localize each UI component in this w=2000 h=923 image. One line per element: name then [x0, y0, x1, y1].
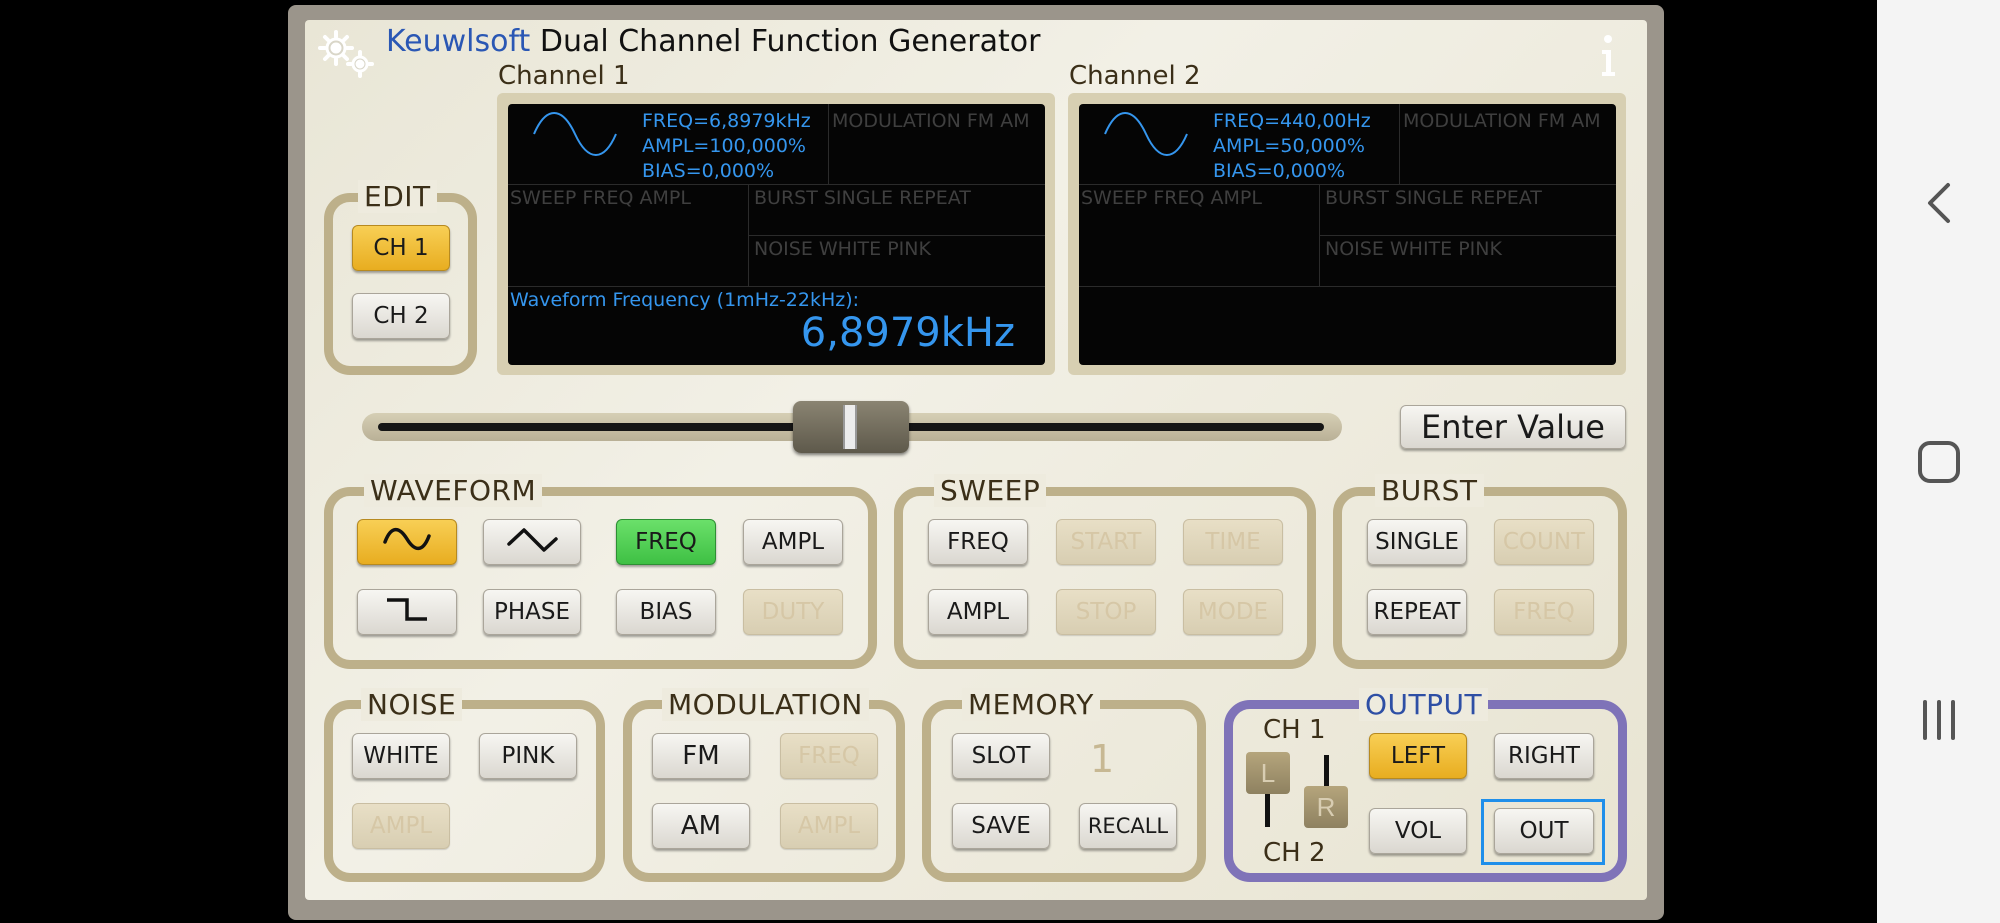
waveform-duty-button[interactable]: DUTY [743, 589, 843, 635]
left-fader[interactable]: L [1246, 752, 1290, 794]
ch1-ampl-readout: AMPL=100,000% [642, 135, 806, 157]
ch1-freq-readout: FREQ=6,8979kHz [642, 110, 811, 132]
back-icon[interactable] [1877, 163, 2000, 243]
lcd-divider [1079, 184, 1616, 185]
brand-name: Keuwlsoft [386, 24, 531, 59]
sweep-start-button[interactable]: START [1056, 519, 1156, 565]
triangle-wave-button[interactable] [483, 519, 581, 565]
burst-repeat-button[interactable]: REPEAT [1367, 589, 1467, 635]
waveform-ampl-button[interactable]: AMPL [743, 519, 843, 565]
square-wave-icon [381, 594, 433, 630]
sweep-time-button[interactable]: TIME [1183, 519, 1283, 565]
memory-save-button[interactable]: SAVE [952, 803, 1050, 849]
lcd-divider [1319, 235, 1616, 236]
edit-ch1-button[interactable]: CH 1 [352, 225, 450, 271]
noise-group-label: NOISE [361, 688, 463, 721]
ch2-sweep-header: SWEEP FREQ AMPL [1081, 187, 1262, 209]
channel1-display[interactable]: FREQ=6,8979kHz AMPL=100,000% BIAS=0,000%… [508, 104, 1045, 365]
lcd-divider [508, 184, 1045, 185]
ch2-modulation-header: MODULATION FM AM [1403, 110, 1601, 132]
ch2-burst-header: BURST SINGLE REPEAT [1325, 187, 1542, 209]
modulation-freq-button[interactable]: FREQ [780, 733, 878, 779]
memory-slot-button[interactable]: SLOT [952, 733, 1050, 779]
edit-ch2-button[interactable]: CH 2 [352, 293, 450, 339]
channel1-label: Channel 1 [498, 61, 630, 91]
sweep-freq-button[interactable]: FREQ [928, 519, 1028, 565]
memory-group [922, 700, 1206, 882]
system-navbar [1877, 0, 2000, 923]
memory-recall-button[interactable]: RECALL [1079, 803, 1177, 849]
slider-thumb-grip [843, 405, 857, 449]
sweep-group-label: SWEEP [934, 474, 1047, 507]
home-icon[interactable] [1877, 422, 2000, 502]
sweep-mode-button[interactable]: MODE [1183, 589, 1283, 635]
noise-white-button[interactable]: WHITE [352, 733, 450, 779]
focus-highlight [1481, 799, 1605, 865]
square-wave-button[interactable] [357, 589, 457, 635]
burst-single-button[interactable]: SINGLE [1367, 519, 1467, 565]
right-fader[interactable]: R [1304, 786, 1348, 828]
noise-ampl-button[interactable]: AMPL [352, 803, 450, 849]
app-title: Dual Channel Function Generator [539, 24, 1041, 59]
waveform-group [324, 487, 877, 669]
sine-wave-icon [532, 112, 618, 161]
modulation-group-label: MODULATION [662, 688, 869, 721]
memory-group-label: MEMORY [962, 688, 1100, 721]
burst-freq-button[interactable]: FREQ [1494, 589, 1594, 635]
lcd-divider [508, 286, 1045, 287]
ch2-freq-readout: FREQ=440,00Hz [1213, 110, 1371, 132]
edit-group [324, 193, 477, 375]
sweep-stop-button[interactable]: STOP [1056, 589, 1156, 635]
lcd-divider [1079, 286, 1616, 287]
lcd-divider [828, 104, 829, 184]
output-right-button[interactable]: RIGHT [1494, 733, 1594, 779]
edit-group-label: EDIT [358, 180, 437, 213]
output-ch1-label: CH 1 [1263, 715, 1326, 745]
modulation-am-button[interactable]: AM [652, 803, 750, 849]
channel2-label: Channel 2 [1069, 61, 1201, 91]
waveform-bias-button[interactable]: BIAS [616, 589, 716, 635]
noise-pink-button[interactable]: PINK [479, 733, 577, 779]
triangle-wave-icon [506, 524, 558, 560]
sine-wave-icon [1103, 112, 1189, 161]
memory-slot-value: 1 [1090, 737, 1115, 781]
ch1-burst-header: BURST SINGLE REPEAT [754, 187, 971, 209]
screen: Keuwlsoft Dual Channel Function Generato… [0, 0, 2000, 923]
waveform-freq-button[interactable]: FREQ [616, 519, 716, 565]
enter-value-button[interactable]: Enter Value [1400, 405, 1626, 449]
sine-wave-button[interactable] [357, 519, 457, 565]
output-ch2-label: CH 2 [1263, 838, 1326, 868]
ch2-ampl-readout: AMPL=50,000% [1213, 135, 1365, 157]
sweep-ampl-button[interactable]: AMPL [928, 589, 1028, 635]
sweep-group [894, 487, 1316, 669]
channel2-display[interactable]: FREQ=440,00Hz AMPL=50,000% BIAS=0,000% M… [1079, 104, 1616, 365]
ch1-noise-header: NOISE WHITE PINK [754, 238, 931, 260]
ch2-bias-readout: BIAS=0,000% [1213, 160, 1346, 182]
info-icon[interactable] [1590, 32, 1622, 80]
gear-icon[interactable] [316, 28, 378, 80]
output-left-button[interactable]: LEFT [1369, 733, 1467, 779]
value-slider-thumb[interactable] [793, 401, 909, 453]
ch1-edit-caption: Waveform Frequency (1mHz-22kHz): [510, 289, 860, 311]
burst-count-button[interactable]: COUNT [1494, 519, 1594, 565]
waveform-phase-button[interactable]: PHASE [483, 589, 581, 635]
output-vol-button[interactable]: VOL [1369, 808, 1467, 854]
recents-icon[interactable] [1877, 680, 2000, 760]
burst-group-label: BURST [1375, 474, 1484, 507]
output-group-label: OUTPUT [1359, 688, 1489, 721]
ch2-noise-header: NOISE WHITE PINK [1325, 238, 1502, 260]
noise-group [324, 700, 605, 882]
modulation-ampl-button[interactable]: AMPL [780, 803, 878, 849]
lcd-divider [1399, 104, 1400, 184]
ch1-bias-readout: BIAS=0,000% [642, 160, 775, 182]
ch1-modulation-header: MODULATION FM AM [832, 110, 1030, 132]
ch1-edit-value: 6,8979kHz [800, 310, 1015, 356]
burst-group [1333, 487, 1627, 669]
ch1-sweep-header: SWEEP FREQ AMPL [510, 187, 691, 209]
sine-wave-icon [381, 524, 433, 560]
modulation-fm-button[interactable]: FM [652, 733, 750, 779]
waveform-group-label: WAVEFORM [364, 474, 543, 507]
lcd-divider [748, 235, 1045, 236]
modulation-group [623, 700, 905, 882]
